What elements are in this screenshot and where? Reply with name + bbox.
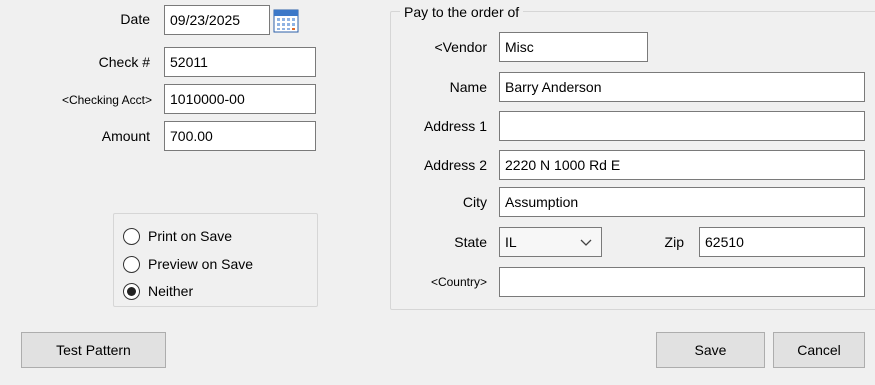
name-label: Name bbox=[449, 79, 487, 95]
name-field[interactable]: Barry Anderson bbox=[499, 72, 865, 102]
print-on-save-option[interactable]: Print on Save bbox=[123, 226, 232, 246]
preview-on-save-option[interactable]: Preview on Save bbox=[123, 254, 253, 274]
check-number-label: Check # bbox=[98, 54, 150, 70]
state-select[interactable]: IL bbox=[499, 227, 602, 257]
preview-on-save-label: Preview on Save bbox=[148, 256, 254, 272]
zip-field[interactable]: 62510 bbox=[699, 227, 865, 257]
checking-account-field[interactable]: 1010000-00 bbox=[164, 84, 316, 114]
address1-field[interactable] bbox=[499, 111, 865, 141]
country-label[interactable]: <Country> bbox=[400, 274, 487, 290]
city-label: City bbox=[462, 194, 487, 210]
date-label: Date bbox=[120, 11, 150, 27]
city-field[interactable]: Assumption bbox=[499, 187, 865, 217]
checking-account-label[interactable]: <Checking Acct> bbox=[10, 92, 152, 108]
test-pattern-button[interactable]: Test Pattern bbox=[21, 332, 166, 368]
address2-label: Address 2 bbox=[423, 157, 487, 173]
cancel-button[interactable]: Cancel bbox=[773, 332, 865, 368]
amount-field[interactable]: 700.00 bbox=[164, 121, 316, 151]
chevron-down-icon bbox=[580, 239, 592, 246]
radio-print-on-save[interactable] bbox=[123, 227, 140, 245]
zip-label: Zip bbox=[664, 234, 684, 250]
calendar-icon[interactable] bbox=[273, 7, 299, 33]
radio-neither[interactable] bbox=[123, 282, 140, 300]
neither-option[interactable]: Neither bbox=[123, 281, 193, 301]
pay-to-group-title: Pay to the order of bbox=[400, 4, 524, 20]
radio-preview-on-save[interactable] bbox=[123, 255, 140, 273]
amount-label: Amount bbox=[101, 128, 150, 144]
state-value: IL bbox=[505, 234, 517, 250]
check-number-field[interactable]: 52011 bbox=[164, 47, 316, 77]
neither-label: Neither bbox=[148, 283, 194, 299]
date-field[interactable]: 09/23/2025 bbox=[164, 5, 270, 35]
address2-field[interactable]: 2220 N 1000 Rd E bbox=[499, 150, 865, 180]
save-button[interactable]: Save bbox=[656, 332, 765, 368]
vendor-label[interactable]: <Vendor bbox=[400, 39, 487, 55]
print-on-save-label: Print on Save bbox=[148, 228, 233, 244]
vendor-field[interactable]: Misc bbox=[499, 32, 648, 62]
country-field[interactable] bbox=[499, 267, 865, 297]
address1-label: Address 1 bbox=[423, 118, 487, 134]
state-label: State bbox=[454, 234, 487, 250]
